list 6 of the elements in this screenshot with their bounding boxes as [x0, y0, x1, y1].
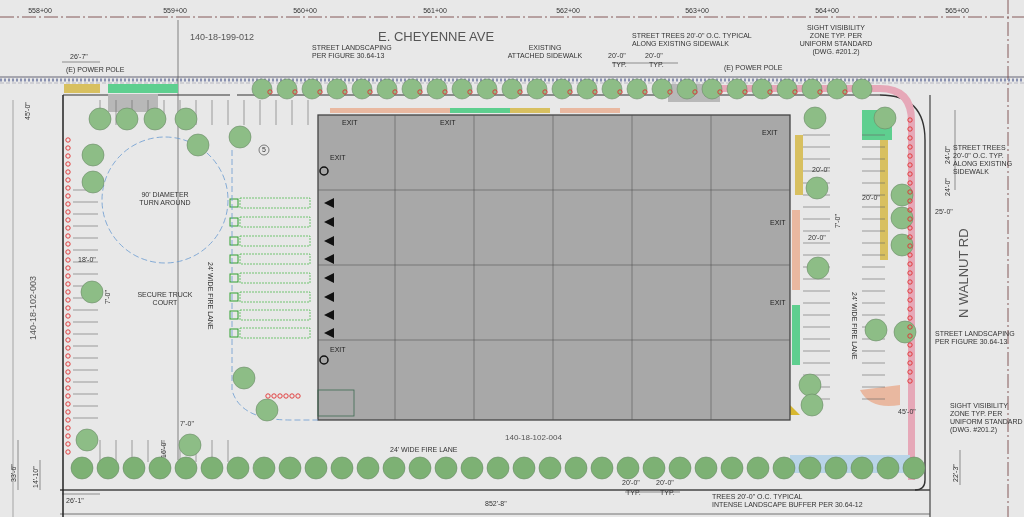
parcel-number: 140-18-199-012	[190, 32, 255, 42]
parcel-number: 140-18-102-003	[28, 275, 38, 340]
stall-number-circle	[258, 144, 270, 156]
street-name: E. CHEYENNE AVE	[378, 29, 495, 44]
parcel-number: 140-18-102-004	[505, 433, 562, 442]
street-name: N WALNUT RD	[956, 228, 971, 318]
